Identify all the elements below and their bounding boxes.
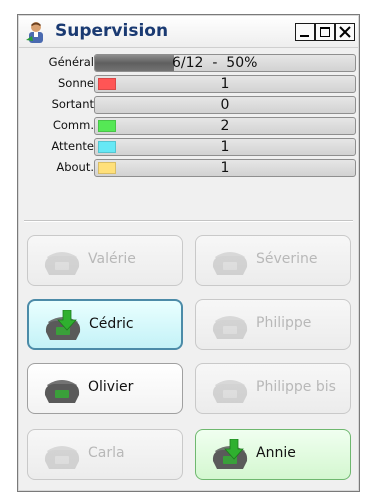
stat-value: 1 <box>220 139 230 155</box>
phone-icon <box>212 316 248 339</box>
close-button[interactable] <box>335 23 355 41</box>
stat-label: About. <box>56 160 94 174</box>
stat-value: 0 <box>220 97 230 113</box>
contact-name: Olivier <box>88 379 134 395</box>
stat-label: Comm. <box>52 118 94 132</box>
stat-row-completed: About. 1 <box>19 158 358 179</box>
phone-icon <box>44 446 80 469</box>
stat-label: Attente <box>51 139 94 153</box>
contact-name: Cédric <box>89 316 134 332</box>
stat-value: 2 <box>220 118 230 134</box>
minimize-icon <box>300 35 309 37</box>
stat-label-general: Général <box>48 55 94 69</box>
stat-bar: 2 <box>94 117 356 135</box>
contact-button-olivier[interactable]: Olivier <box>27 363 183 414</box>
minimize-button[interactable] <box>295 23 315 41</box>
contact-button-valerie[interactable]: Valérie <box>27 235 183 286</box>
phone-icon <box>44 380 80 403</box>
stat-bar: 1 <box>94 138 356 156</box>
title-bar[interactable]: Supervision <box>19 16 358 48</box>
phone-icon <box>44 252 80 275</box>
contact-button-severine[interactable]: Séverine <box>195 235 351 286</box>
general-progress-text: 6/12 - 50% <box>172 55 258 71</box>
phone-icon <box>45 310 81 340</box>
maximize-icon <box>320 27 330 37</box>
contact-name: Philippe <box>256 315 312 331</box>
stat-value: 1 <box>220 160 230 176</box>
contact-name: Séverine <box>256 251 318 267</box>
contact-name: Valérie <box>88 251 136 267</box>
general-progress-fill <box>95 55 174 71</box>
stat-row-general: Général 6/12 - 50% <box>19 53 358 74</box>
phone-icon <box>212 252 248 275</box>
contact-name: Carla <box>88 445 125 461</box>
stat-row-outgoing: Sortant 0 <box>19 95 358 116</box>
contact-name: Annie <box>256 445 296 461</box>
contact-button-carla[interactable]: Carla <box>27 429 183 480</box>
stat-label: Sortant <box>51 97 94 111</box>
window-title: Supervision <box>55 21 169 41</box>
general-progress-bar: 6/12 - 50% <box>94 54 356 72</box>
close-icon <box>339 26 351 38</box>
phone-icon <box>212 380 248 403</box>
contact-button-annie[interactable]: Annie <box>195 429 351 480</box>
contact-name: Philippe bis <box>256 379 336 395</box>
contact-button-philippe[interactable]: Philippe <box>195 299 351 350</box>
phone-icon <box>212 439 248 469</box>
divider <box>24 220 353 222</box>
supervision-window: Supervision Général 6/12 - 50% Sonne 1 S… <box>17 14 360 492</box>
contact-button-cedric[interactable]: Cédric <box>27 299 183 350</box>
stat-row-in-call: Comm. 2 <box>19 116 358 137</box>
stat-value: 1 <box>220 76 230 92</box>
stat-row-on-hold: Attente 1 <box>19 137 358 158</box>
maximize-button[interactable] <box>315 23 335 41</box>
supervisor-icon <box>26 22 43 43</box>
stat-bar: 1 <box>94 159 356 177</box>
stat-bar: 0 <box>94 96 356 114</box>
contact-button-philippe-bis[interactable]: Philippe bis <box>195 363 351 414</box>
stat-bar: 1 <box>94 75 356 93</box>
stat-row-ringing: Sonne 1 <box>19 74 358 95</box>
stats-panel: Général 6/12 - 50% Sonne 1 Sortant 0 Comm. 2 A… <box>19 53 358 179</box>
stat-label: Sonne <box>58 76 94 90</box>
